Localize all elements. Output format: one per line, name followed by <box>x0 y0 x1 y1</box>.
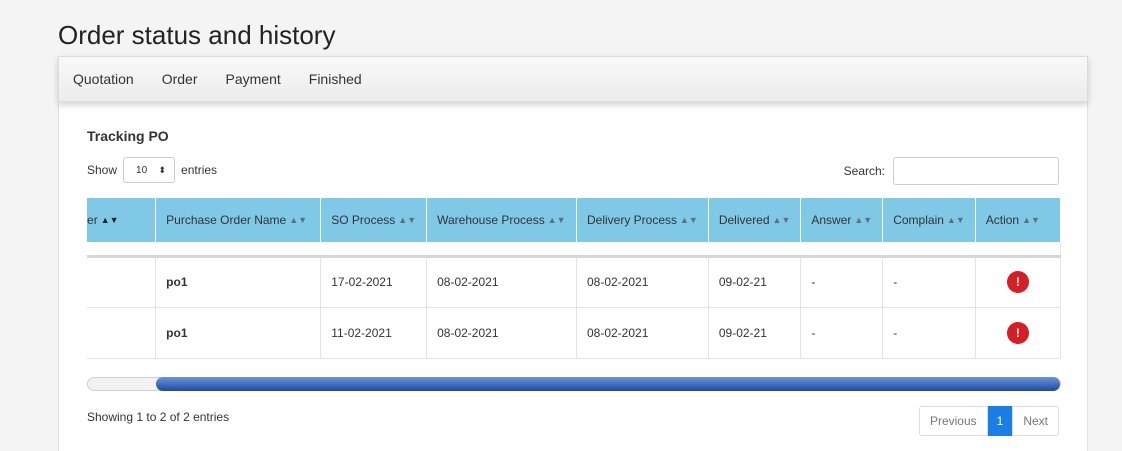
previous-page-button[interactable]: Previous <box>918 406 988 436</box>
sort-icon: ▲▼ <box>1022 215 1040 225</box>
sort-icon: ▲▼ <box>398 215 417 225</box>
orders-table: Order Number▲▼ Purchase Order Name▲▼ SO … <box>87 198 1061 359</box>
sort-icon: ▲▼ <box>680 215 698 225</box>
col-action-label: Action <box>985 213 1020 227</box>
pagination: Previous 1 Next <box>918 406 1059 436</box>
col-answer[interactable]: Answer ▲▼ <box>800 198 884 242</box>
cell-complain: - <box>882 256 976 308</box>
cell-answer: - <box>800 307 884 359</box>
exclamation-circle-icon[interactable]: ! <box>1006 321 1029 344</box>
search-control: Search: <box>844 157 1059 185</box>
cell-po-name: po1 <box>155 307 322 359</box>
col-order-number[interactable]: Order Number▲▼ <box>87 198 157 242</box>
cell-order-number: 0025 <box>87 256 157 308</box>
cell-complain: - <box>882 307 976 359</box>
cell-po-name: po1 <box>155 256 322 308</box>
col-delivered[interactable]: Delivered ▲▼ <box>708 198 802 242</box>
col-answer-label: Answer <box>811 213 852 227</box>
cell-action: ! <box>975 307 1061 359</box>
next-page-button[interactable]: Next <box>1012 406 1059 436</box>
entries-select-value: 10 <box>136 164 148 176</box>
cell-delivered: 09-02-21 <box>708 307 802 359</box>
sort-icon: ▲▼ <box>946 215 965 225</box>
tab-finished[interactable]: Finished <box>309 71 362 87</box>
table-row[interactable]: 0025 po1 17-02-2021 08-02-2021 08-02-202… <box>87 256 1061 308</box>
table-header-row: Order Number▲▼ Purchase Order Name▲▼ SO … <box>87 198 1061 242</box>
tab-quotation[interactable]: Quotation <box>73 71 134 87</box>
sort-icon: ▲▼ <box>854 215 873 225</box>
header-spacer <box>87 242 1061 258</box>
cell-so-process: 11-02-2021 <box>320 307 428 359</box>
entries-select[interactable]: 10 ⬍ <box>123 157 176 183</box>
content-panel: Tracking PO Show 10 ⬍ entries Search: Or… <box>58 100 1088 451</box>
col-order-number-label: Order Number <box>87 213 98 227</box>
sort-icon: ▲▼ <box>772 215 791 225</box>
tab-bar: Quotation Order Payment Finished <box>58 56 1088 102</box>
exclamation-circle-icon[interactable]: ! <box>1006 271 1029 293</box>
cell-warehouse-process: 08-02-2021 <box>426 307 577 359</box>
horizontal-scrollbar[interactable] <box>87 377 1061 391</box>
col-so-process[interactable]: SO Process ▲▼ <box>320 198 428 242</box>
cell-action: ! <box>975 256 1061 308</box>
scrollbar-thumb[interactable] <box>156 377 1060 391</box>
col-action[interactable]: Action ▲▼ <box>975 198 1061 242</box>
sort-icon: ▲▼ <box>100 215 119 225</box>
search-input[interactable] <box>893 157 1059 185</box>
cell-delivered: 09-02-21 <box>708 256 802 308</box>
table-info: Showing 1 to 2 of 2 entries <box>87 410 230 424</box>
table-scroll-area: Order Number▲▼ Purchase Order Name▲▼ SO … <box>87 198 1061 362</box>
cell-delivery-process: 08-02-2021 <box>576 307 709 359</box>
page-title: Order status and history <box>58 20 336 50</box>
col-so-process-label: SO Process <box>331 213 396 227</box>
cell-order-number: 0017 <box>87 307 157 359</box>
col-complain-label: Complain <box>893 213 944 227</box>
col-warehouse-process[interactable]: Warehouse Process ▲▼ <box>426 198 577 242</box>
entries-length-control: Show 10 ⬍ entries <box>87 157 217 183</box>
length-suffix: entries <box>181 163 218 177</box>
sort-icon: ▲▼ <box>547 215 566 225</box>
cell-so-process: 17-02-2021 <box>320 256 428 308</box>
tab-payment[interactable]: Payment <box>226 71 281 87</box>
updown-caret-icon: ⬍ <box>158 164 167 175</box>
tab-order[interactable]: Order <box>162 71 198 87</box>
col-delivered-label: Delivered <box>718 213 770 227</box>
search-label: Search: <box>843 164 885 178</box>
cell-answer: - <box>800 256 884 308</box>
col-po-name[interactable]: Purchase Order Name ▲▼ <box>155 198 322 242</box>
page-1-button[interactable]: 1 <box>987 406 1013 436</box>
cell-delivery-process: 08-02-2021 <box>576 256 709 308</box>
col-warehouse-process-label: Warehouse Process <box>437 213 545 227</box>
sort-icon: ▲▼ <box>289 215 308 225</box>
col-po-name-label: Purchase Order Name <box>166 213 287 227</box>
section-title: Tracking PO <box>87 128 169 144</box>
table-row[interactable]: 0017 po1 11-02-2021 08-02-2021 08-02-202… <box>87 307 1061 359</box>
col-delivery-process[interactable]: Delivery Process ▲▼ <box>576 198 709 242</box>
col-delivery-process-label: Delivery Process <box>586 213 678 227</box>
length-prefix: Show <box>87 163 118 177</box>
col-complain[interactable]: Complain ▲▼ <box>882 198 976 242</box>
cell-warehouse-process: 08-02-2021 <box>426 256 577 308</box>
